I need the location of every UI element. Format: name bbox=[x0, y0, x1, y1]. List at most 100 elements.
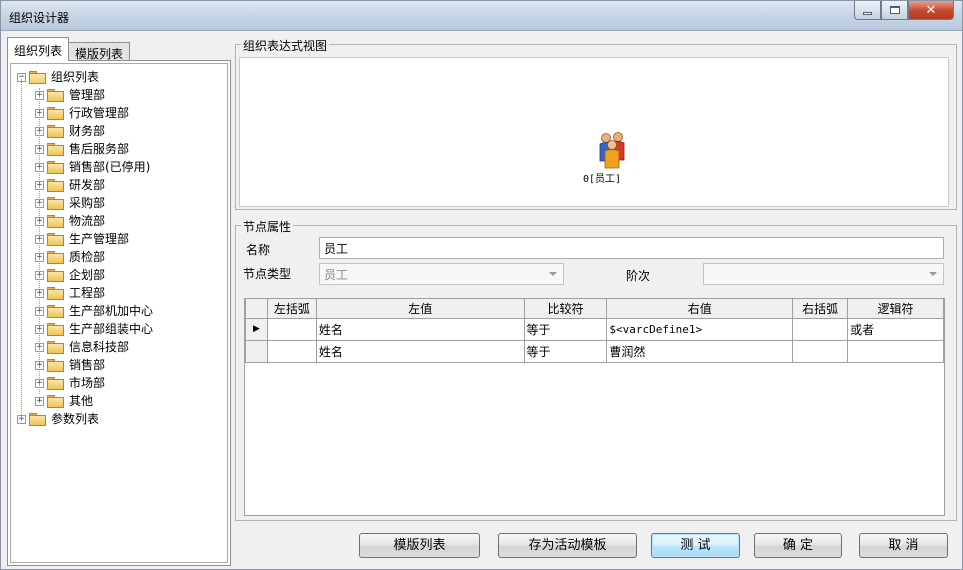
tree-node[interactable]: + 管理部 bbox=[17, 86, 153, 104]
tree-node[interactable]: + 生产管理部 bbox=[17, 230, 153, 248]
folder-icon bbox=[47, 376, 65, 390]
tree-node-label: 参数列表 bbox=[51, 412, 100, 426]
expand-icon[interactable]: + bbox=[35, 396, 44, 406]
tree-node[interactable]: + 采购部 bbox=[17, 194, 153, 212]
tree-node[interactable]: + 售后服务部 bbox=[17, 140, 153, 158]
tree-node-label: 组织列表 bbox=[51, 70, 100, 84]
tree-node-label: 工程部 bbox=[69, 286, 106, 300]
folder-icon bbox=[47, 250, 65, 264]
tree-node[interactable]: + 其他 bbox=[17, 392, 153, 410]
tree-node[interactable]: + 企划部 bbox=[17, 266, 153, 284]
tree-node[interactable]: + 物流部 bbox=[17, 212, 153, 230]
maximize-button[interactable] bbox=[881, 1, 908, 20]
tree-node[interactable]: + 销售部 bbox=[17, 356, 153, 374]
tree-node-label: 物流部 bbox=[69, 214, 106, 228]
grid-header-row: 左括弧 左值 比较符 右值 右括弧 逻辑符 bbox=[245, 299, 944, 319]
column-header[interactable]: 比较符 bbox=[523, 299, 608, 319]
folder-icon bbox=[47, 304, 65, 318]
folder-icon bbox=[47, 160, 65, 174]
condition-grid[interactable]: 左括弧 左值 比较符 右值 右括弧 逻辑符 ▶ 姓名 等于 $<varcDefi… bbox=[244, 298, 945, 516]
tree-node[interactable]: + 市场部 bbox=[17, 374, 153, 392]
cell-right-value[interactable]: $<varcDefine1> bbox=[606, 317, 794, 341]
node-type-label: 节点类型 bbox=[243, 267, 292, 281]
tree-node[interactable]: + 财务部 bbox=[17, 122, 153, 140]
level-select[interactable] bbox=[703, 263, 944, 285]
tree-node-label: 财务部 bbox=[69, 124, 106, 138]
name-label: 名称 bbox=[246, 243, 271, 257]
tree-node-label: 销售部 bbox=[69, 358, 106, 372]
tree-guide-line bbox=[39, 88, 40, 394]
table-row[interactable]: 姓名 等于 曹润然 bbox=[245, 339, 944, 363]
tab-template-list[interactable]: 模版列表 bbox=[68, 42, 131, 61]
window-title: 组织设计器 bbox=[9, 11, 70, 25]
column-header[interactable]: 右值 bbox=[606, 299, 794, 319]
people-icon[interactable] bbox=[597, 131, 627, 169]
folder-icon bbox=[47, 394, 65, 408]
close-button[interactable]: ✕ bbox=[908, 1, 954, 20]
cell-right-value[interactable]: 曹润然 bbox=[606, 339, 794, 363]
cell-right-paren[interactable] bbox=[792, 317, 849, 341]
tree-node-label: 信息科技部 bbox=[69, 340, 130, 354]
diagram-canvas[interactable]: 0[员工] bbox=[239, 57, 949, 207]
cell-left-paren[interactable] bbox=[266, 317, 317, 341]
tree-node[interactable]: + 工程部 bbox=[17, 284, 153, 302]
tree-node-label: 售后服务部 bbox=[69, 142, 130, 156]
chevron-down-icon bbox=[929, 272, 937, 276]
cell-left-value[interactable]: 姓名 bbox=[315, 339, 525, 363]
table-row[interactable]: ▶ 姓名 等于 $<varcDefine1> 或者 bbox=[245, 317, 944, 341]
current-row-indicator-icon: ▶ bbox=[245, 317, 268, 341]
folder-icon bbox=[47, 88, 65, 102]
tree-node[interactable]: + 信息科技部 bbox=[17, 338, 153, 356]
cancel-button[interactable]: 取 消 bbox=[859, 533, 948, 558]
tree-panel: − 组织列表 + 管理部 + 行政管理部 + 财务部 + 售后服务部 + 销售部(已停用) + 研发部 + 采… bbox=[7, 60, 231, 566]
folder-icon bbox=[47, 322, 65, 336]
tree-node-root[interactable]: − 组织列表 bbox=[17, 68, 153, 86]
tree-node[interactable]: + 生产部机加中心 bbox=[17, 302, 153, 320]
test-button[interactable]: 测 试 bbox=[651, 533, 740, 558]
name-field[interactable]: 员工 bbox=[319, 237, 944, 259]
ok-button[interactable]: 确 定 bbox=[754, 533, 842, 558]
minimize-button[interactable] bbox=[854, 1, 881, 20]
cell-logic[interactable]: 或者 bbox=[847, 317, 944, 341]
save-active-template-button[interactable]: 存为活动模板 bbox=[498, 533, 637, 558]
cell-right-paren[interactable] bbox=[792, 339, 849, 363]
tree-node-label: 其他 bbox=[69, 394, 94, 408]
tree-node[interactable]: + 质检部 bbox=[17, 248, 153, 266]
tree-node[interactable]: + 行政管理部 bbox=[17, 104, 153, 122]
column-header[interactable]: 左值 bbox=[315, 299, 525, 319]
tree-node-parameters[interactable]: + 参数列表 bbox=[17, 410, 153, 428]
column-header[interactable]: 左括弧 bbox=[266, 299, 317, 319]
diagram-node-label[interactable]: 0[员工] bbox=[583, 170, 621, 185]
tree-node-label: 生产部机加中心 bbox=[69, 304, 154, 318]
node-type-select[interactable]: 员工 bbox=[319, 263, 564, 285]
folder-icon bbox=[47, 286, 65, 300]
tree-node[interactable]: + 销售部(已停用) bbox=[17, 158, 153, 176]
tree-node-label: 管理部 bbox=[69, 88, 106, 102]
tree-node[interactable]: + 研发部 bbox=[17, 176, 153, 194]
tree-view[interactable]: − 组织列表 + 管理部 + 行政管理部 + 财务部 + 售后服务部 + 销售部(已停用) + 研发部 + 采… bbox=[10, 63, 228, 563]
row-indicator-header bbox=[245, 299, 268, 319]
cell-logic[interactable] bbox=[847, 339, 944, 363]
tree-node-label: 生产管理部 bbox=[69, 232, 130, 246]
level-label: 阶次 bbox=[626, 269, 651, 283]
column-header[interactable]: 逻辑符 bbox=[847, 299, 944, 319]
close-icon: ✕ bbox=[925, 2, 937, 18]
title-bar: 组织设计器 ✕ bbox=[1, 1, 962, 31]
cell-left-paren[interactable] bbox=[266, 339, 317, 363]
folder-icon bbox=[47, 178, 65, 192]
tree-node-label: 质检部 bbox=[69, 250, 106, 264]
cell-operator[interactable]: 等于 bbox=[523, 317, 608, 341]
folder-icon bbox=[47, 124, 65, 138]
tree-node[interactable]: + 生产部组装中心 bbox=[17, 320, 153, 338]
folder-icon bbox=[47, 106, 65, 120]
cell-operator[interactable]: 等于 bbox=[523, 339, 608, 363]
organization-designer-window: 组织设计器 ✕ 组织列表 模版列表 − 组织列表 + 管理部 + 行政管理部 + 财务部 + 售后… bbox=[0, 0, 963, 570]
folder-icon bbox=[47, 340, 65, 354]
tab-organization-list[interactable]: 组织列表 bbox=[7, 37, 70, 61]
cell-left-value[interactable]: 姓名 bbox=[315, 317, 525, 341]
template-list-button[interactable]: 模版列表 bbox=[359, 533, 480, 558]
tree-node-label: 生产部组装中心 bbox=[69, 322, 154, 336]
column-header[interactable]: 右括弧 bbox=[792, 299, 849, 319]
diagram-group-label: 组织表达式视图 bbox=[241, 37, 330, 54]
maximize-icon bbox=[889, 6, 900, 14]
